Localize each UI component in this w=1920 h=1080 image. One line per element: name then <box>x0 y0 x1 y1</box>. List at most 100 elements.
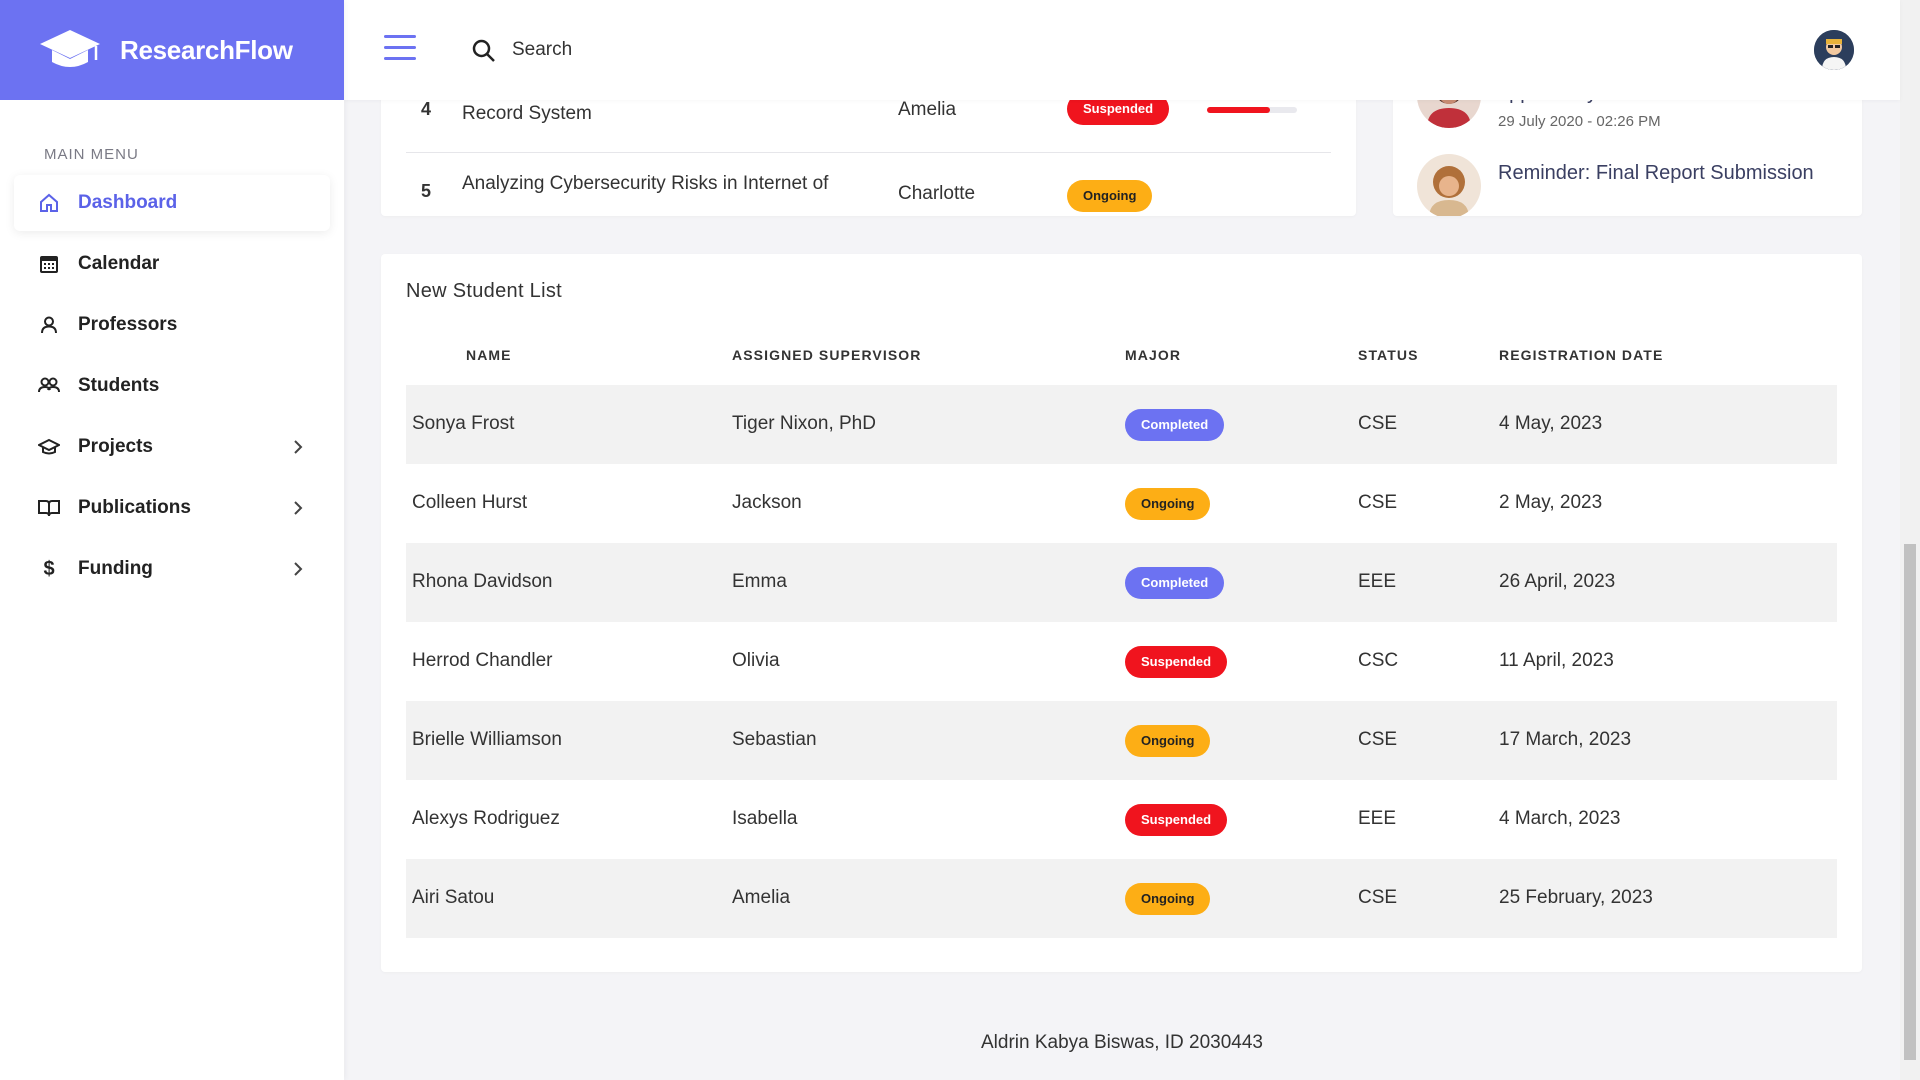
search-icon[interactable] <box>471 38 497 64</box>
brand-name: ResearchFlow <box>120 34 293 65</box>
student-date: 11 April, 2023 <box>1499 650 1614 671</box>
student-name: Herrod Chandler <box>412 650 553 671</box>
student-name: Airi Satou <box>412 887 495 908</box>
sidebar-item-projects[interactable]: Projects <box>14 419 330 475</box>
home-icon <box>38 192 60 214</box>
notification-avatar <box>1417 154 1481 216</box>
student-date: 25 February, 2023 <box>1499 887 1653 908</box>
status-badge: Completed <box>1125 409 1225 441</box>
student-dept: CSE <box>1358 492 1398 513</box>
brand-bar[interactable]: ResearchFlow <box>0 0 344 100</box>
card-title: New Student List <box>406 280 562 302</box>
table-row[interactable]: 5 Analyzing Cybersecurity Risks in Inter… <box>406 153 1331 216</box>
badge-wrap: Ongoing <box>1125 883 1211 915</box>
calendar-icon <box>38 253 60 275</box>
student-dept: CSE <box>1358 729 1398 750</box>
student-name: Alexys Rodriguez <box>412 808 560 829</box>
notification-item[interactable]: Reminder: Final Report Submission <box>1417 154 1847 216</box>
sidebar-item-publications[interactable]: Publications <box>14 480 330 536</box>
column-header-supervisor[interactable]: ASSIGNED SUPERVISOR <box>732 347 921 363</box>
sidebar-item-label: Projects <box>78 436 153 457</box>
column-header-status[interactable]: STATUS <box>1358 347 1419 363</box>
students-card: New Student List NAME ASSIGNED SUPERVISO… <box>381 254 1862 972</box>
sidebar: ResearchFlow MAIN MENU Dashboard Calenda… <box>0 0 344 1080</box>
table-row[interactable]: Brielle Williamson Sebastian Ongoing CSE… <box>406 701 1837 780</box>
footer-credit: Aldrin Kabya Biswas, ID 2030443 <box>981 1032 1263 1053</box>
sidebar-item-label: Students <box>78 375 160 396</box>
sidebar-item-label: Calendar <box>78 253 160 274</box>
badge-wrap: Ongoing <box>1125 488 1211 520</box>
status-badge: Completed <box>1125 567 1225 599</box>
chevron-right-icon <box>294 440 303 454</box>
status-badge: Suspended <box>1125 646 1228 678</box>
student-supervisor: Tiger Nixon, PhD <box>732 413 876 434</box>
project-supervisor: Charlotte <box>898 183 976 204</box>
sidebar-item-dashboard[interactable]: Dashboard <box>14 175 330 231</box>
graduation-cap-logo-icon <box>40 30 100 67</box>
badge-wrap: Completed <box>1125 567 1225 599</box>
sidebar-item-label: Professors <box>78 314 178 335</box>
student-supervisor: Isabella <box>732 808 798 829</box>
student-supervisor: Olivia <box>732 650 780 671</box>
table-row[interactable]: Rhona Davidson Emma Completed EEE 26 Apr… <box>406 543 1837 622</box>
sidebar-item-students[interactable]: Students <box>14 358 330 414</box>
student-dept: EEE <box>1358 571 1397 592</box>
student-dept: EEE <box>1358 808 1397 829</box>
student-supervisor: Amelia <box>732 887 791 908</box>
menu-heading: MAIN MENU <box>44 146 139 163</box>
table-row[interactable]: Sonya Frost Tiger Nixon, PhD Completed C… <box>406 385 1837 464</box>
student-supervisor: Emma <box>732 571 787 592</box>
notification-title: Reminder: Final Report Submission <box>1498 162 1814 184</box>
sidebar-item-funding[interactable]: $ Funding <box>14 541 330 597</box>
student-date: 4 March, 2023 <box>1499 808 1621 829</box>
status-badge: Ongoing <box>1067 180 1153 212</box>
progress-bar <box>1207 107 1297 113</box>
scrollbar-thumb[interactable] <box>1904 544 1916 1060</box>
user-avatar[interactable] <box>1814 30 1854 70</box>
notification-time: 29 July 2020 - 02:26 PM <box>1498 113 1661 130</box>
table-row[interactable]: Herrod Chandler Olivia Suspended CSC 11 … <box>406 622 1837 701</box>
project-number: 4 <box>421 99 432 119</box>
project-supervisor: Amelia <box>898 99 957 120</box>
student-supervisor: Jackson <box>732 492 802 513</box>
student-date: 4 May, 2023 <box>1499 413 1603 434</box>
sidebar-item-label: Funding <box>78 558 153 579</box>
user-icon <box>38 314 60 336</box>
chevron-right-icon <box>294 501 303 515</box>
student-date: 17 March, 2023 <box>1499 729 1632 750</box>
badge-wrap: Suspended <box>1125 804 1228 836</box>
status-badge: Suspended <box>1125 804 1228 836</box>
column-header-registration-date[interactable]: REGISTRATION DATE <box>1499 347 1663 363</box>
student-dept: CSE <box>1358 887 1398 908</box>
dollar-icon: $ <box>43 557 55 580</box>
page-scrollbar[interactable] <box>1900 0 1920 1080</box>
badge-wrap: Suspended <box>1125 646 1228 678</box>
student-name: Rhona Davidson <box>412 571 553 592</box>
student-date: 2 May, 2023 <box>1499 492 1603 513</box>
status-badge: Ongoing <box>1125 488 1211 520</box>
sidebar-item-calendar[interactable]: Calendar <box>14 236 330 292</box>
badge-wrap: Ongoing <box>1125 725 1211 757</box>
topbar <box>344 0 1900 100</box>
project-title: Analyzing Cybersecurity Risks in Interne… <box>462 173 829 194</box>
hamburger-menu-icon[interactable] <box>384 35 416 61</box>
table-row[interactable]: Colleen Hurst Jackson Ongoing CSE 2 May,… <box>406 464 1837 543</box>
status-badge: Ongoing <box>1125 883 1211 915</box>
student-date: 26 April, 2023 <box>1499 571 1616 592</box>
sidebar-item-label: Dashboard <box>78 192 178 213</box>
column-header-name[interactable]: NAME <box>466 347 512 363</box>
users-icon <box>38 375 60 397</box>
student-name: Sonya Frost <box>412 413 515 434</box>
status-badge: Ongoing <box>1125 725 1211 757</box>
column-header-major[interactable]: MAJOR <box>1125 347 1181 363</box>
table-row[interactable]: Alexys Rodriguez Isabella Suspended EEE … <box>406 780 1837 859</box>
student-dept: CSC <box>1358 650 1399 671</box>
table-row[interactable]: Airi Satou Amelia Ongoing CSE 25 Februar… <box>406 859 1837 938</box>
sidebar-item-professors[interactable]: Professors <box>14 297 330 353</box>
search-input[interactable] <box>512 32 912 68</box>
sidebar-item-label: Publications <box>78 497 191 518</box>
project-number: 5 <box>421 181 432 201</box>
badge-wrap: Completed <box>1125 409 1225 441</box>
student-dept: CSE <box>1358 413 1398 434</box>
book-open-icon <box>38 497 60 519</box>
